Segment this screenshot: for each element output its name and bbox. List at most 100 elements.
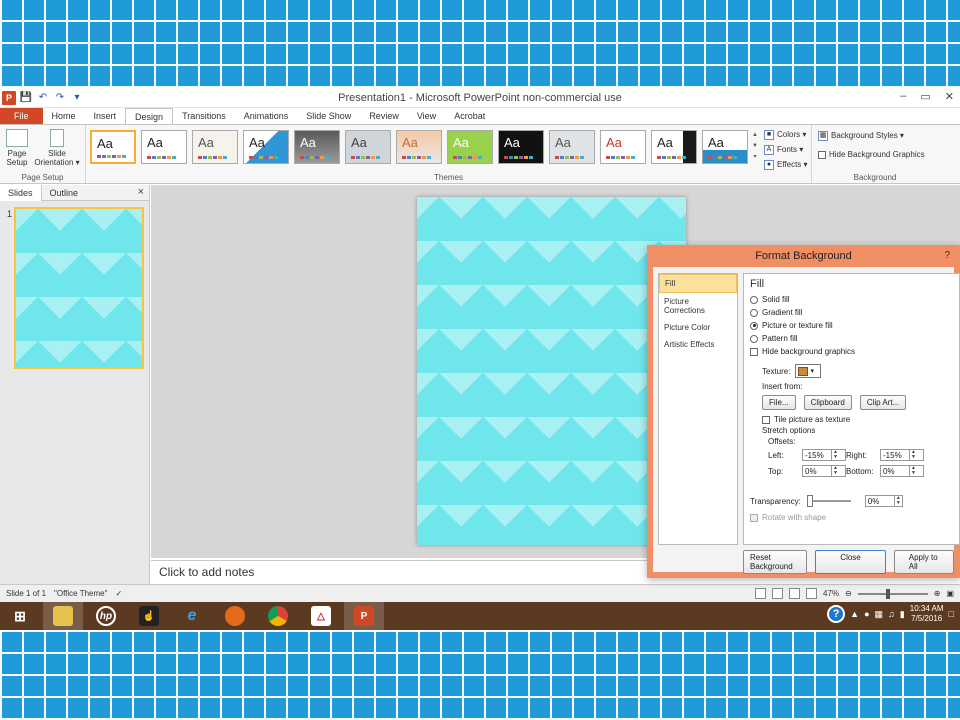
taskbar-firefox[interactable]: [215, 602, 255, 630]
transparency-slider-thumb[interactable]: [806, 495, 813, 507]
pattern-fill-radio[interactable]: [750, 334, 758, 343]
start-button[interactable]: ⊞: [0, 602, 40, 630]
reset-background-button[interactable]: Reset Background: [743, 550, 808, 574]
zoom-slider-thumb[interactable]: [885, 588, 890, 599]
hide-bg-graphics-option[interactable]: Hide background graphics: [750, 345, 953, 358]
theme-thumbnail[interactable]: Aa: [243, 130, 289, 164]
theme-thumbnail[interactable]: Aa: [702, 130, 748, 164]
clock[interactable]: 10:34 AM 7/5/2016: [910, 604, 944, 624]
theme-thumbnail[interactable]: Aa: [498, 130, 544, 164]
clip-art-button[interactable]: Clip Art...: [859, 395, 907, 410]
network-icon[interactable]: ▦: [875, 609, 884, 620]
help-icon[interactable]: ?: [827, 605, 846, 623]
spell-check-icon[interactable]: ✓: [115, 589, 122, 598]
tray-overflow-icon[interactable]: ▲: [850, 609, 859, 619]
offset-bottom-input[interactable]: 0% ▲ ▼: [880, 465, 924, 477]
taskbar-mouse-app[interactable]: ☝: [129, 602, 169, 630]
category-picture-corrections[interactable]: Picture Corrections: [659, 293, 737, 319]
gallery-down-icon[interactable]: ▼: [750, 141, 760, 152]
picture-fill-option[interactable]: Picture or texture fill: [750, 319, 953, 332]
theme-thumbnail[interactable]: Aa: [600, 130, 646, 164]
tab-insert[interactable]: Insert: [85, 108, 126, 124]
zoom-level[interactable]: 47%: [823, 589, 839, 598]
restore-button[interactable]: ▭: [920, 90, 930, 103]
tray-app-icon[interactable]: ●: [864, 609, 869, 619]
taskbar-chrome[interactable]: [258, 602, 298, 630]
tab-file[interactable]: File: [0, 108, 43, 124]
theme-thumbnail[interactable]: Aa: [141, 130, 187, 164]
offset-right-input[interactable]: -15% ▲ ▼: [880, 449, 924, 461]
slide-thumbnail[interactable]: [14, 207, 144, 369]
solid-fill-radio[interactable]: [750, 295, 758, 304]
gallery-more-icon[interactable]: ▾: [750, 152, 760, 163]
theme-thumbnail[interactable]: Aa: [294, 130, 340, 164]
theme-thumbnail[interactable]: Aa: [447, 130, 493, 164]
tile-picture-checkbox[interactable]: [762, 415, 770, 424]
theme-thumbnail[interactable]: Aa: [192, 130, 238, 164]
offset-top-spinner-icon[interactable]: ▲ ▼: [831, 466, 839, 476]
tab-home[interactable]: Home: [43, 108, 85, 124]
slide-sorter-view-button[interactable]: [772, 588, 784, 599]
minimize-button[interactable]: –: [900, 90, 906, 103]
offset-left-input[interactable]: -15% ▲ ▼: [802, 449, 846, 461]
tile-picture-option[interactable]: Tile picture as texture: [762, 413, 953, 426]
solid-fill-option[interactable]: Solid fill: [750, 293, 953, 306]
offset-right-spinner-icon[interactable]: ▲ ▼: [909, 450, 917, 460]
taskbar-acrobat[interactable]: △: [301, 602, 341, 630]
fit-to-window-icon[interactable]: ▣: [946, 589, 954, 598]
hide-bg-graphics-checkbox[interactable]: [750, 347, 758, 356]
theme-thumbnail[interactable]: Aa: [396, 130, 442, 164]
transparency-input[interactable]: 0% ▲ ▼: [864, 495, 903, 507]
tab-acrobat[interactable]: Acrobat: [445, 108, 494, 124]
tab-outline[interactable]: Outline: [42, 185, 87, 201]
battery-icon[interactable]: ▮: [900, 609, 905, 620]
tab-design[interactable]: Design: [125, 108, 174, 124]
close-window-button[interactable]: ✕: [945, 90, 954, 103]
normal-view-button[interactable]: [755, 588, 767, 599]
fonts-menu[interactable]: A Fonts ▾: [764, 143, 808, 156]
gallery-up-icon[interactable]: ▲: [750, 130, 760, 141]
colors-menu[interactable]: ■ Colors ▾: [764, 128, 808, 141]
category-artistic-effects[interactable]: Artistic Effects: [659, 336, 737, 353]
tab-animations[interactable]: Animations: [235, 108, 298, 124]
taskbar-internet-explorer[interactable]: e: [172, 602, 212, 630]
clipboard-button[interactable]: Clipboard: [803, 395, 852, 410]
hide-background-graphics-checkbox[interactable]: [818, 150, 826, 159]
taskbar-powerpoint[interactable]: P: [344, 602, 384, 630]
texture-dropdown[interactable]: ▾: [795, 364, 822, 378]
tab-view[interactable]: View: [408, 108, 445, 124]
gradient-fill-option[interactable]: Gradient fill: [750, 306, 953, 319]
tab-transitions[interactable]: Transitions: [173, 108, 235, 124]
themes-gallery-scroll[interactable]: ▲ ▼ ▾: [750, 130, 760, 164]
current-slide[interactable]: [417, 197, 686, 545]
background-styles-menu[interactable]: ▦ Background Styles ▾: [818, 129, 925, 142]
theme-thumbnail[interactable]: Aa: [90, 130, 136, 164]
notifications-icon[interactable]: □: [949, 609, 954, 619]
transparency-slider[interactable]: [806, 495, 851, 507]
tab-slide-show[interactable]: Slide Show: [297, 108, 360, 124]
tab-slides[interactable]: Slides: [0, 184, 42, 201]
slide-orientation-button[interactable]: Slide Orientation ▾: [32, 129, 82, 167]
taskbar-file-explorer[interactable]: [43, 602, 83, 630]
gradient-fill-radio[interactable]: [750, 308, 758, 317]
file-button[interactable]: File...: [762, 395, 796, 410]
effects-menu[interactable]: ● Effects ▾: [764, 158, 808, 171]
offset-left-spinner-icon[interactable]: ▲ ▼: [831, 450, 839, 460]
volume-icon[interactable]: ♫: [888, 609, 895, 619]
zoom-slider[interactable]: [857, 588, 928, 599]
offset-top-input[interactable]: 0% ▲ ▼: [802, 465, 846, 477]
dialog-help-icon[interactable]: ?: [944, 245, 950, 267]
page-setup-button[interactable]: Page Setup: [4, 129, 30, 167]
theme-thumbnail[interactable]: Aa: [345, 130, 391, 164]
hide-background-graphics-option[interactable]: Hide Background Graphics: [818, 148, 925, 161]
category-fill[interactable]: Fill: [659, 274, 737, 293]
zoom-out-icon[interactable]: ⊖: [845, 589, 852, 598]
pane-close-icon[interactable]: ×: [138, 186, 144, 198]
taskbar-hp[interactable]: hp: [86, 602, 126, 630]
pattern-fill-option[interactable]: Pattern fill: [750, 332, 953, 345]
apply-to-all-button[interactable]: Apply to All: [893, 550, 954, 574]
close-dialog-button[interactable]: Close: [815, 550, 886, 574]
slide-show-view-button[interactable]: [806, 588, 818, 599]
reading-view-button[interactable]: [789, 588, 801, 599]
theme-thumbnail[interactable]: Aa: [651, 130, 697, 164]
